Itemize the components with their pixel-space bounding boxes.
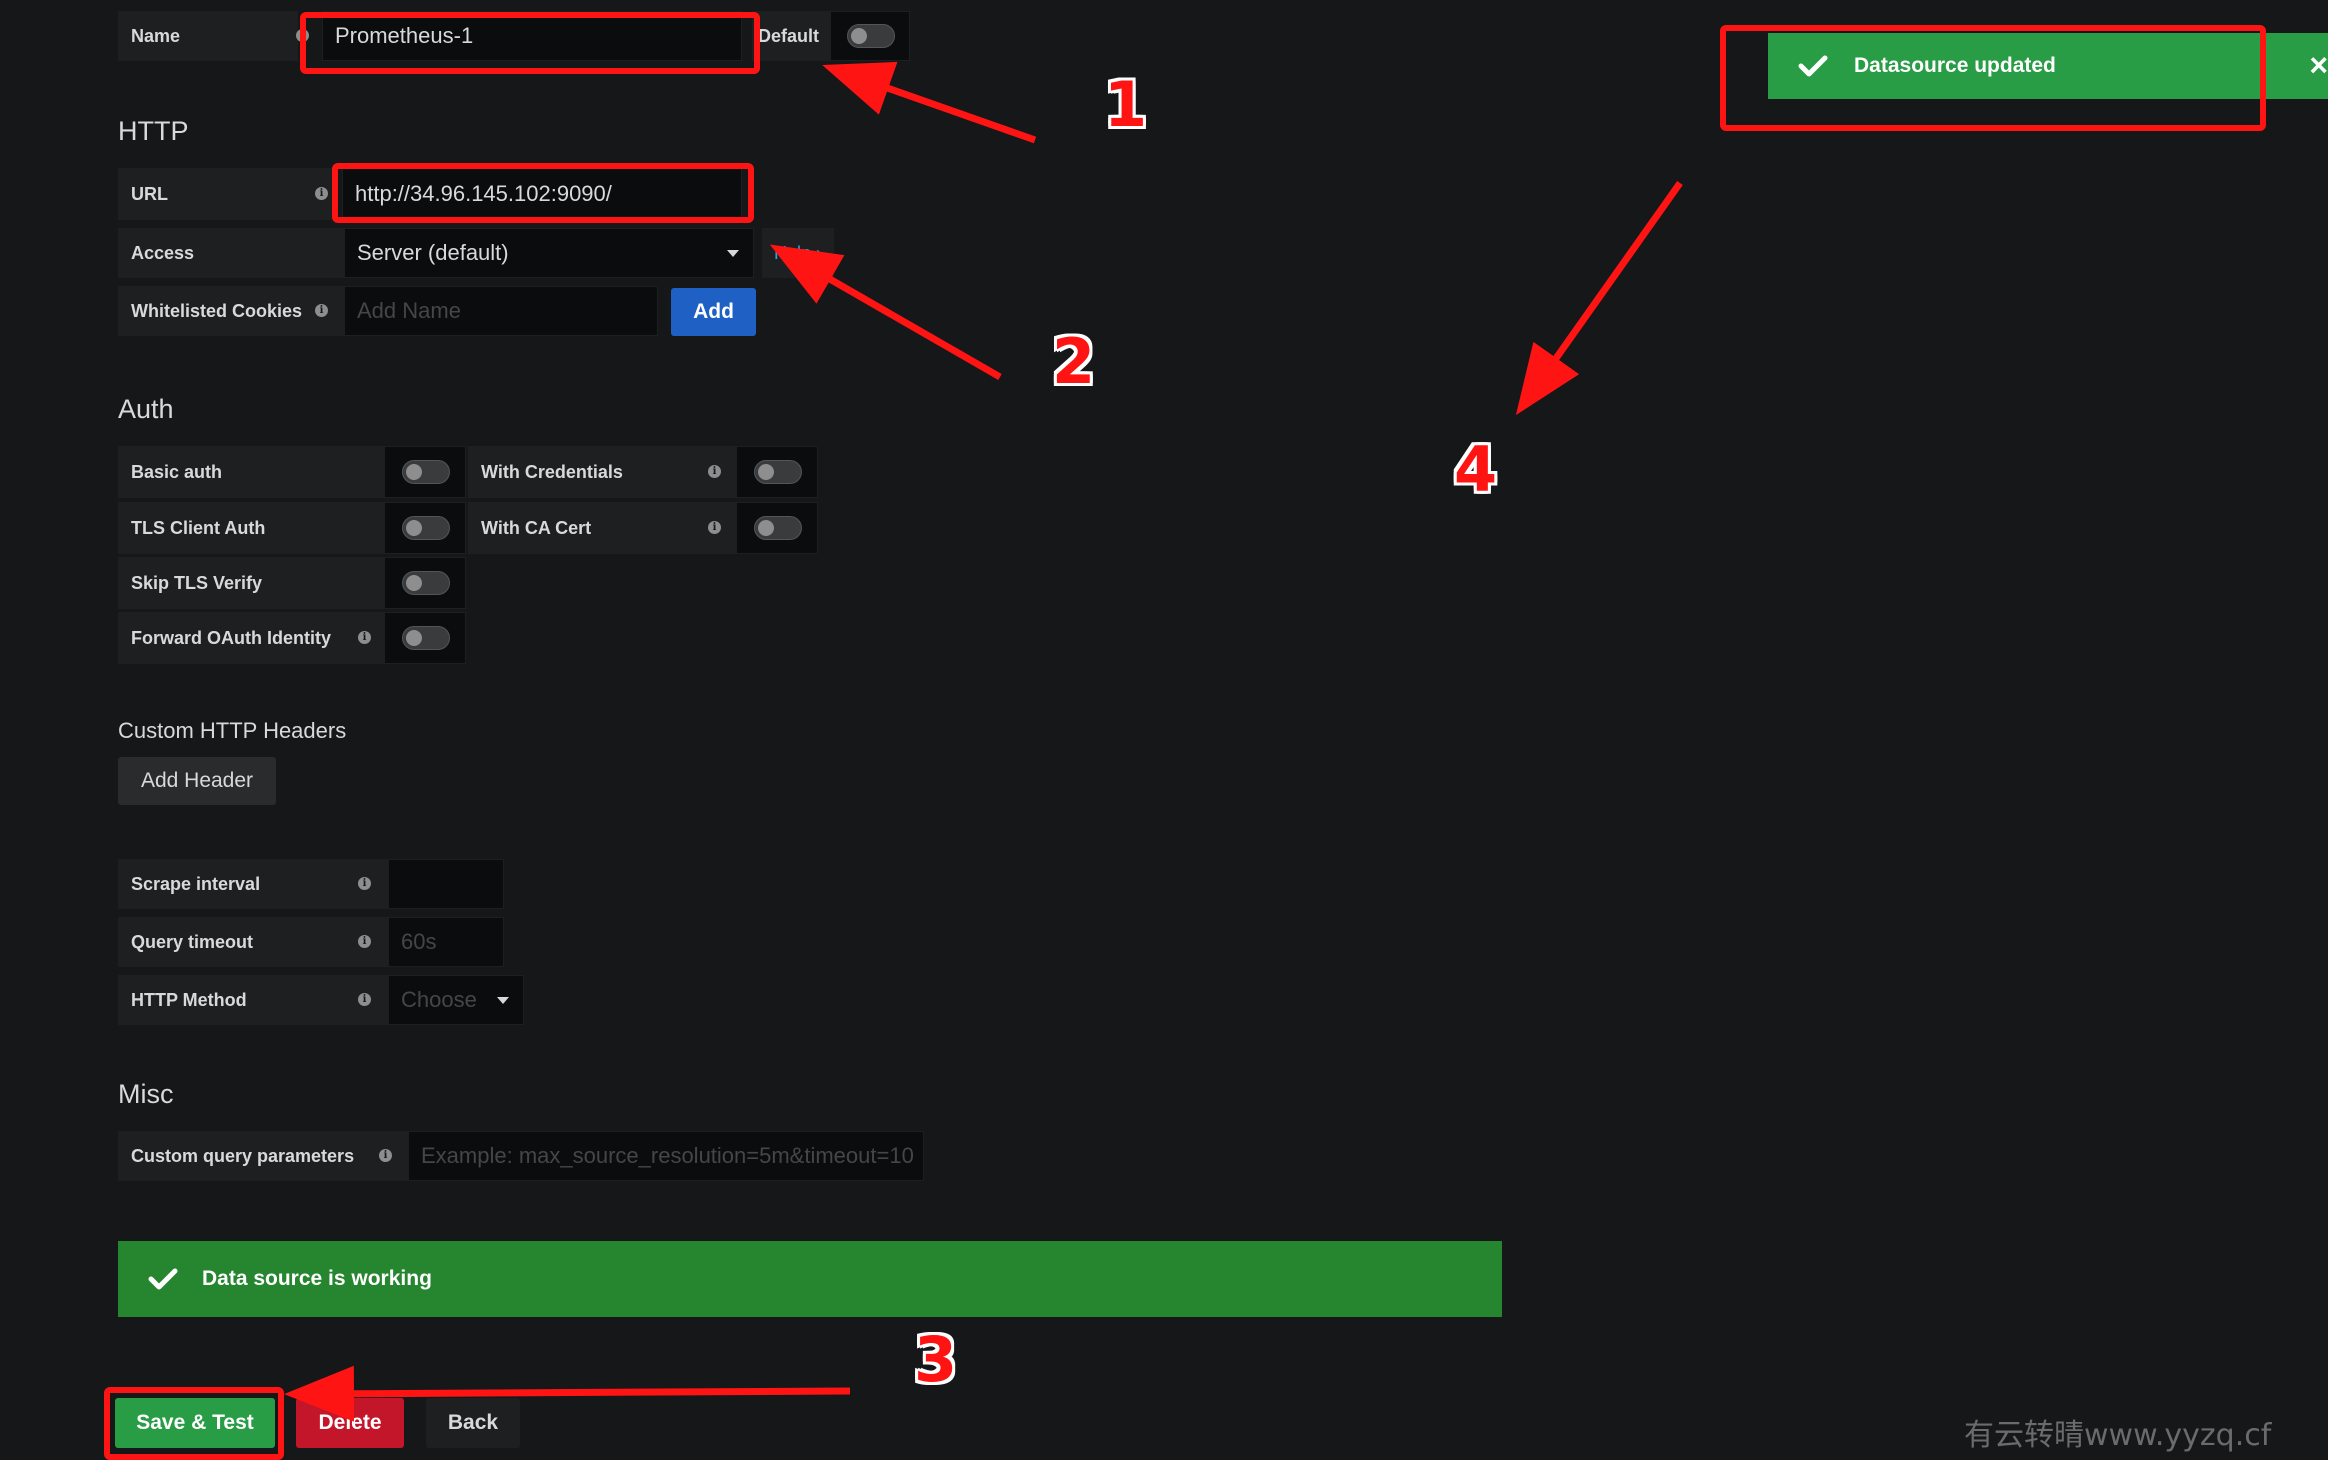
back-button-text: Back xyxy=(447,1411,499,1434)
default-label-text: Default xyxy=(758,25,820,46)
http-method-placeholder: Choose xyxy=(401,987,477,1012)
delete-button-text: Delete xyxy=(318,1411,382,1434)
access-label-text: Access xyxy=(131,242,195,263)
forward-oauth-info-icon[interactable]: i xyxy=(358,631,371,644)
delete-button[interactable]: Delete xyxy=(296,1398,404,1448)
back-button[interactable]: Back xyxy=(426,1398,520,1448)
forward-oauth-switch-cell xyxy=(384,612,466,664)
with-credentials-text: With Credentials xyxy=(481,461,623,482)
cookies-info-icon[interactable]: i xyxy=(315,304,328,317)
tls-client-auth-text: TLS Client Auth xyxy=(131,517,266,538)
access-select[interactable]: Server (default) xyxy=(344,228,754,278)
query-timeout-info-icon[interactable]: i xyxy=(358,935,371,948)
name-label-text: Name xyxy=(131,25,181,46)
default-switch-cell xyxy=(830,11,910,61)
skip-tls-verify-switch-cell xyxy=(384,557,466,609)
forward-oauth-toggle[interactable] xyxy=(402,626,450,650)
cookies-label-text: Whitelisted Cookies xyxy=(131,300,303,321)
close-icon[interactable]: × xyxy=(2309,47,2328,84)
annotation-number-2: 2 xyxy=(1052,325,1096,398)
forward-oauth-text: Forward OAuth Identity xyxy=(131,627,331,648)
default-label: Default xyxy=(752,11,830,61)
query-timeout-label: Query timeout xyxy=(118,917,388,967)
annotation-number-3: 3 xyxy=(914,1323,958,1396)
chevron-down-icon xyxy=(727,250,739,257)
default-toggle[interactable] xyxy=(847,24,895,48)
http-method-info-icon[interactable]: i xyxy=(358,993,371,1006)
basic-auth-text: Basic auth xyxy=(131,461,223,482)
with-ca-cert-switch-cell xyxy=(736,502,818,554)
with-credentials-switch-cell xyxy=(736,446,818,498)
annotation-box-toast xyxy=(1720,25,2266,131)
annotation-arrow-3 xyxy=(284,1365,851,1422)
query-timeout-input[interactable]: 60s xyxy=(388,917,504,967)
annotation-box-name xyxy=(300,12,760,74)
annotation-box-save xyxy=(104,1387,284,1460)
annotation-arrow-4 xyxy=(1515,180,1683,416)
query-timeout-text: Query timeout xyxy=(131,931,254,952)
url-label-text: URL xyxy=(131,183,168,204)
forward-oauth-label: Forward OAuth Identity xyxy=(118,612,384,664)
check-icon xyxy=(148,1268,178,1290)
skip-tls-verify-toggle[interactable] xyxy=(402,571,450,595)
http-method-text: HTTP Method xyxy=(131,989,247,1010)
basic-auth-label: Basic auth xyxy=(118,446,384,498)
access-label: Access xyxy=(118,228,344,278)
basic-auth-toggle[interactable] xyxy=(402,460,450,484)
cookies-placeholder: Add Name xyxy=(357,298,461,323)
name-label: Name xyxy=(118,11,298,61)
watermark: 有云转晴www.yyzq.cf xyxy=(1964,1418,2272,1453)
chevron-down-icon xyxy=(497,997,509,1004)
add-cookie-button[interactable]: Add xyxy=(671,288,756,336)
auth-heading: Auth xyxy=(118,394,174,424)
custom-query-input[interactable]: Example: max_source_resolution=5m&timeou… xyxy=(408,1131,924,1181)
with-credentials-info-icon[interactable]: i xyxy=(708,465,721,478)
scrape-interval-info-icon[interactable]: i xyxy=(358,877,371,890)
http-method-select[interactable]: Choose xyxy=(388,975,524,1025)
with-ca-cert-text: With CA Cert xyxy=(481,517,592,538)
query-timeout-placeholder: 60s xyxy=(401,929,437,954)
tls-client-auth-switch-cell xyxy=(384,502,466,554)
add-cookie-button-text: Add xyxy=(693,300,734,323)
tls-client-auth-toggle[interactable] xyxy=(402,516,450,540)
annotation-box-url xyxy=(332,163,754,223)
annotation-number-4: 4 xyxy=(1454,433,1498,506)
scrape-interval-text: Scrape interval xyxy=(131,873,261,894)
url-info-icon[interactable]: i xyxy=(315,187,328,200)
http-heading: HTTP xyxy=(118,116,189,146)
misc-heading: Misc xyxy=(118,1079,174,1109)
tls-client-auth-label: TLS Client Auth xyxy=(118,502,384,554)
scrape-interval-input[interactable] xyxy=(388,859,504,909)
url-label: URL xyxy=(118,168,338,220)
with-ca-cert-label: With CA Cert xyxy=(468,502,736,554)
scrape-interval-label: Scrape interval xyxy=(118,859,388,909)
status-message: Data source is working xyxy=(202,1267,432,1290)
basic-auth-switch-cell xyxy=(384,446,466,498)
access-help-text: Help › xyxy=(773,242,822,263)
with-credentials-label: With Credentials xyxy=(468,446,736,498)
with-credentials-toggle[interactable] xyxy=(754,460,802,484)
custom-query-label: Custom query parameters xyxy=(118,1131,408,1181)
custom-headers-heading: Custom HTTP Headers xyxy=(118,718,347,743)
annotation-arrow-1 xyxy=(822,61,1037,144)
cookies-input[interactable]: Add Name xyxy=(344,286,658,336)
add-header-button[interactable]: Add Header xyxy=(118,757,276,805)
access-help-button[interactable]: Help › xyxy=(762,228,834,278)
cookies-label: Whitelisted Cookies xyxy=(118,286,344,336)
custom-query-text: Custom query parameters xyxy=(131,1145,355,1166)
annotation-number-1: 1 xyxy=(1104,68,1148,141)
access-select-value: Server (default) xyxy=(357,240,509,265)
with-ca-cert-info-icon[interactable]: i xyxy=(708,521,721,534)
custom-query-placeholder: Example: max_source_resolution=5m&timeou… xyxy=(421,1143,914,1168)
with-ca-cert-toggle[interactable] xyxy=(754,516,802,540)
add-header-button-text: Add Header xyxy=(140,769,254,792)
custom-query-info-icon[interactable]: i xyxy=(379,1149,392,1162)
http-method-label: HTTP Method xyxy=(118,975,388,1025)
status-alert: Data source is working xyxy=(118,1241,1502,1317)
skip-tls-verify-text: Skip TLS Verify xyxy=(131,572,263,593)
skip-tls-verify-label: Skip TLS Verify xyxy=(118,557,384,609)
